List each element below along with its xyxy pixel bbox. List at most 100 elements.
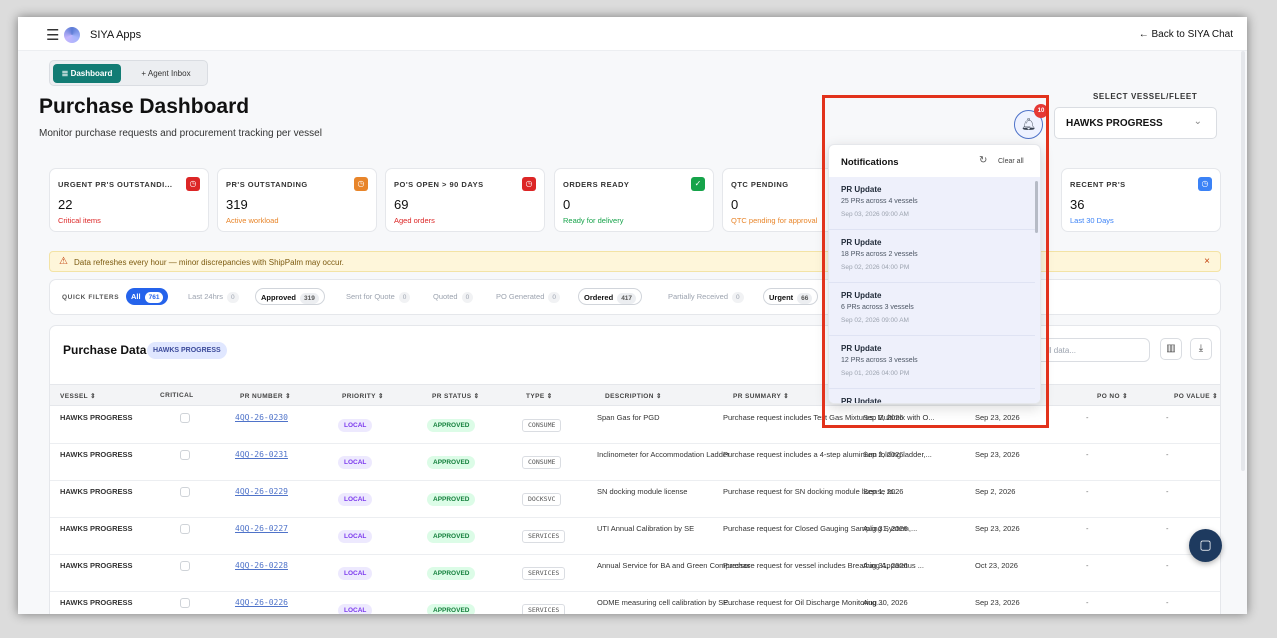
chevron-down-icon: ⌄ bbox=[1193, 116, 1202, 127]
filter-chip-label: Partially Received bbox=[668, 292, 729, 301]
stat-card[interactable]: RECENT PR'S 36 Last 30 Days ◷ bbox=[1061, 168, 1221, 232]
cell-date: Sep 23, 2026 bbox=[975, 450, 1020, 459]
status-badge: APPROVED bbox=[427, 419, 476, 432]
table-row[interactable]: HAWKS PROGRESS 4QQ-26-0231 LOCAL APPROVED CO… bbox=[50, 444, 1220, 481]
stat-card-value: 319 bbox=[226, 197, 248, 212]
filter-chip[interactable]: All 761 bbox=[126, 288, 169, 305]
tab-dashboard[interactable]: ≣ Dashboard bbox=[53, 64, 121, 83]
filter-chip-label: PO Generated bbox=[496, 292, 545, 301]
cell-date: Sep 23, 2026 bbox=[975, 598, 1020, 607]
stat-card-subtitle: Ready for delivery bbox=[563, 216, 624, 225]
stat-card[interactable]: URGENT PR'S OUTSTANDI... 22 Critical items… bbox=[49, 168, 209, 232]
cell-vessel: HAWKS PROGRESS bbox=[60, 598, 133, 607]
table-row[interactable]: HAWKS PROGRESS 4QQ-26-0228 LOCAL APPROVED SE… bbox=[50, 555, 1220, 592]
filter-chip-label: Last 24hrs bbox=[188, 292, 224, 301]
type-tag: DOCKSVC bbox=[522, 493, 562, 506]
status-badge: APPROVED bbox=[427, 567, 476, 580]
table-row[interactable]: HAWKS PROGRESS 4QQ-26-0227 LOCAL APPROVED SE… bbox=[50, 518, 1220, 555]
critical-checkbox[interactable] bbox=[180, 487, 190, 497]
stat-card[interactable]: ORDERS READY 0 Ready for delivery ✓ bbox=[554, 168, 714, 232]
stat-card-label: PR'S OUTSTANDING bbox=[226, 180, 308, 189]
cell-po-value: - bbox=[1166, 487, 1169, 496]
cell-date: Sep 1, 2026 bbox=[863, 487, 904, 496]
stat-card[interactable]: PO'S OPEN > 90 DAYS 69 Aged orders ◷ bbox=[385, 168, 545, 232]
filter-chip[interactable]: Approved 319 bbox=[255, 288, 325, 305]
col-pr-number[interactable]: PR NUMBER ⇕ bbox=[240, 392, 291, 400]
critical-checkbox[interactable] bbox=[180, 561, 190, 571]
critical-checkbox[interactable] bbox=[180, 598, 190, 608]
filter-chip[interactable]: Urgent 66 bbox=[763, 288, 819, 305]
filter-chip[interactable]: Last 24hrs 0 bbox=[183, 288, 244, 305]
col-description[interactable]: DESCRIPTION ⇕ bbox=[605, 392, 662, 400]
col-type[interactable]: TYPE ⇕ bbox=[526, 392, 553, 400]
columns-button[interactable]: ▥ bbox=[1160, 338, 1182, 360]
view-tabs: ≣ Dashboard + Agent Inbox bbox=[49, 60, 208, 86]
priority-badge: LOCAL bbox=[338, 419, 373, 432]
priority-badge: LOCAL bbox=[338, 604, 373, 614]
pr-number-link[interactable]: 4QQ-26-0229 bbox=[235, 487, 288, 496]
pr-number-link[interactable]: 4QQ-26-0226 bbox=[235, 598, 288, 607]
filter-chip-count: 761 bbox=[144, 292, 164, 303]
menu-icon[interactable]: ☰ bbox=[46, 26, 59, 44]
stat-card[interactable]: PR'S OUTSTANDING 319 Active workload ◷ bbox=[217, 168, 377, 232]
cell-description: ODME measuring cell calibration by SE... bbox=[597, 598, 735, 607]
pr-number-link[interactable]: 4QQ-26-0231 bbox=[235, 450, 288, 459]
priority-badge: LOCAL bbox=[338, 493, 373, 506]
critical-checkbox[interactable] bbox=[180, 413, 190, 423]
page-scrollbar[interactable] bbox=[1241, 51, 1245, 471]
col-critical[interactable]: CRITICAL bbox=[160, 392, 194, 399]
vessel-select[interactable]: HAWKS PROGRESS ⌄ bbox=[1054, 107, 1217, 139]
app-title: SIYA Apps bbox=[90, 29, 142, 41]
type-tag: SERVICES bbox=[522, 604, 566, 614]
page-title: Purchase Dashboard bbox=[39, 95, 250, 118]
chat-button[interactable]: ▢ bbox=[1189, 529, 1222, 562]
filter-chip[interactable]: Partially Received 0 bbox=[663, 288, 749, 305]
col-pr-summary[interactable]: PR SUMMARY ⇕ bbox=[733, 392, 789, 400]
filter-chip-label: All bbox=[131, 292, 141, 301]
cell-date: Aug 31, 2026 bbox=[863, 524, 908, 533]
stat-card-subtitle: Active workload bbox=[226, 216, 279, 225]
col-pr-status[interactable]: PR STATUS ⇕ bbox=[432, 392, 480, 400]
table-row[interactable]: HAWKS PROGRESS 4QQ-26-0229 LOCAL APPROVED DO… bbox=[50, 481, 1220, 518]
clock-icon: ◷ bbox=[186, 177, 200, 191]
stat-card-value: 22 bbox=[58, 197, 73, 212]
tab-agent-inbox[interactable]: + Agent Inbox bbox=[128, 64, 204, 83]
download-button[interactable]: ⤓ bbox=[1190, 338, 1212, 360]
filter-chip[interactable]: Quoted 0 bbox=[428, 288, 478, 305]
pr-number-link[interactable]: 4QQ-26-0230 bbox=[235, 413, 288, 422]
table-row[interactable]: HAWKS PROGRESS 4QQ-26-0226 LOCAL APPROVED SE… bbox=[50, 592, 1220, 614]
vessel-select-label: SELECT VESSEL/FLEET bbox=[1093, 92, 1198, 101]
chat-icon: ▢ bbox=[1199, 537, 1212, 552]
critical-checkbox[interactable] bbox=[180, 450, 190, 460]
col-po-value[interactable]: PO VALUE ⇕ bbox=[1174, 392, 1218, 400]
type-tag: SERVICES bbox=[522, 567, 566, 580]
filter-chip-label: Quoted bbox=[433, 292, 458, 301]
filter-chip-count: 0 bbox=[461, 292, 474, 303]
cell-pr-summary: Purchase request includes a 4-step alumi… bbox=[723, 450, 932, 459]
filter-chip-count: 0 bbox=[398, 292, 411, 303]
cell-date: Oct 23, 2026 bbox=[975, 561, 1018, 570]
critical-checkbox[interactable] bbox=[180, 524, 190, 534]
quick-filters-label: QUICK FILTERS bbox=[62, 294, 120, 301]
cell-vessel: HAWKS PROGRESS bbox=[60, 413, 133, 422]
filter-chip[interactable]: PO Generated 0 bbox=[491, 288, 565, 305]
cell-po-no: - bbox=[1086, 524, 1089, 533]
cell-pr-summary: Purchase request for vessel includes Bre… bbox=[723, 561, 924, 570]
col-vessel[interactable]: VESSEL ⇕ bbox=[60, 392, 96, 400]
col-priority[interactable]: PRIORITY ⇕ bbox=[342, 392, 384, 400]
stat-card-label: URGENT PR'S OUTSTANDI... bbox=[58, 180, 173, 189]
cell-description: Inclinometer for Accommodation Ladder bbox=[597, 450, 730, 459]
warning-icon: ⚠ bbox=[59, 256, 68, 267]
col-po-no[interactable]: PO NO ⇕ bbox=[1097, 392, 1128, 400]
stat-card-label: ORDERS READY bbox=[563, 180, 630, 189]
filter-chip[interactable]: Ordered 417 bbox=[578, 288, 643, 305]
filter-chip-count: 0 bbox=[732, 292, 744, 303]
banner-close-button[interactable]: × bbox=[1204, 256, 1210, 267]
pr-number-link[interactable]: 4QQ-26-0227 bbox=[235, 524, 288, 533]
pr-number-link[interactable]: 4QQ-26-0228 bbox=[235, 561, 288, 570]
highlight-box bbox=[822, 95, 1049, 428]
status-badge: APPROVED bbox=[427, 604, 476, 614]
filter-chip-count: 0 bbox=[548, 292, 560, 303]
filter-chip[interactable]: Sent for Quote 0 bbox=[341, 288, 415, 305]
back-to-chat-link[interactable]: ← Back to SIYA Chat bbox=[1139, 29, 1233, 40]
